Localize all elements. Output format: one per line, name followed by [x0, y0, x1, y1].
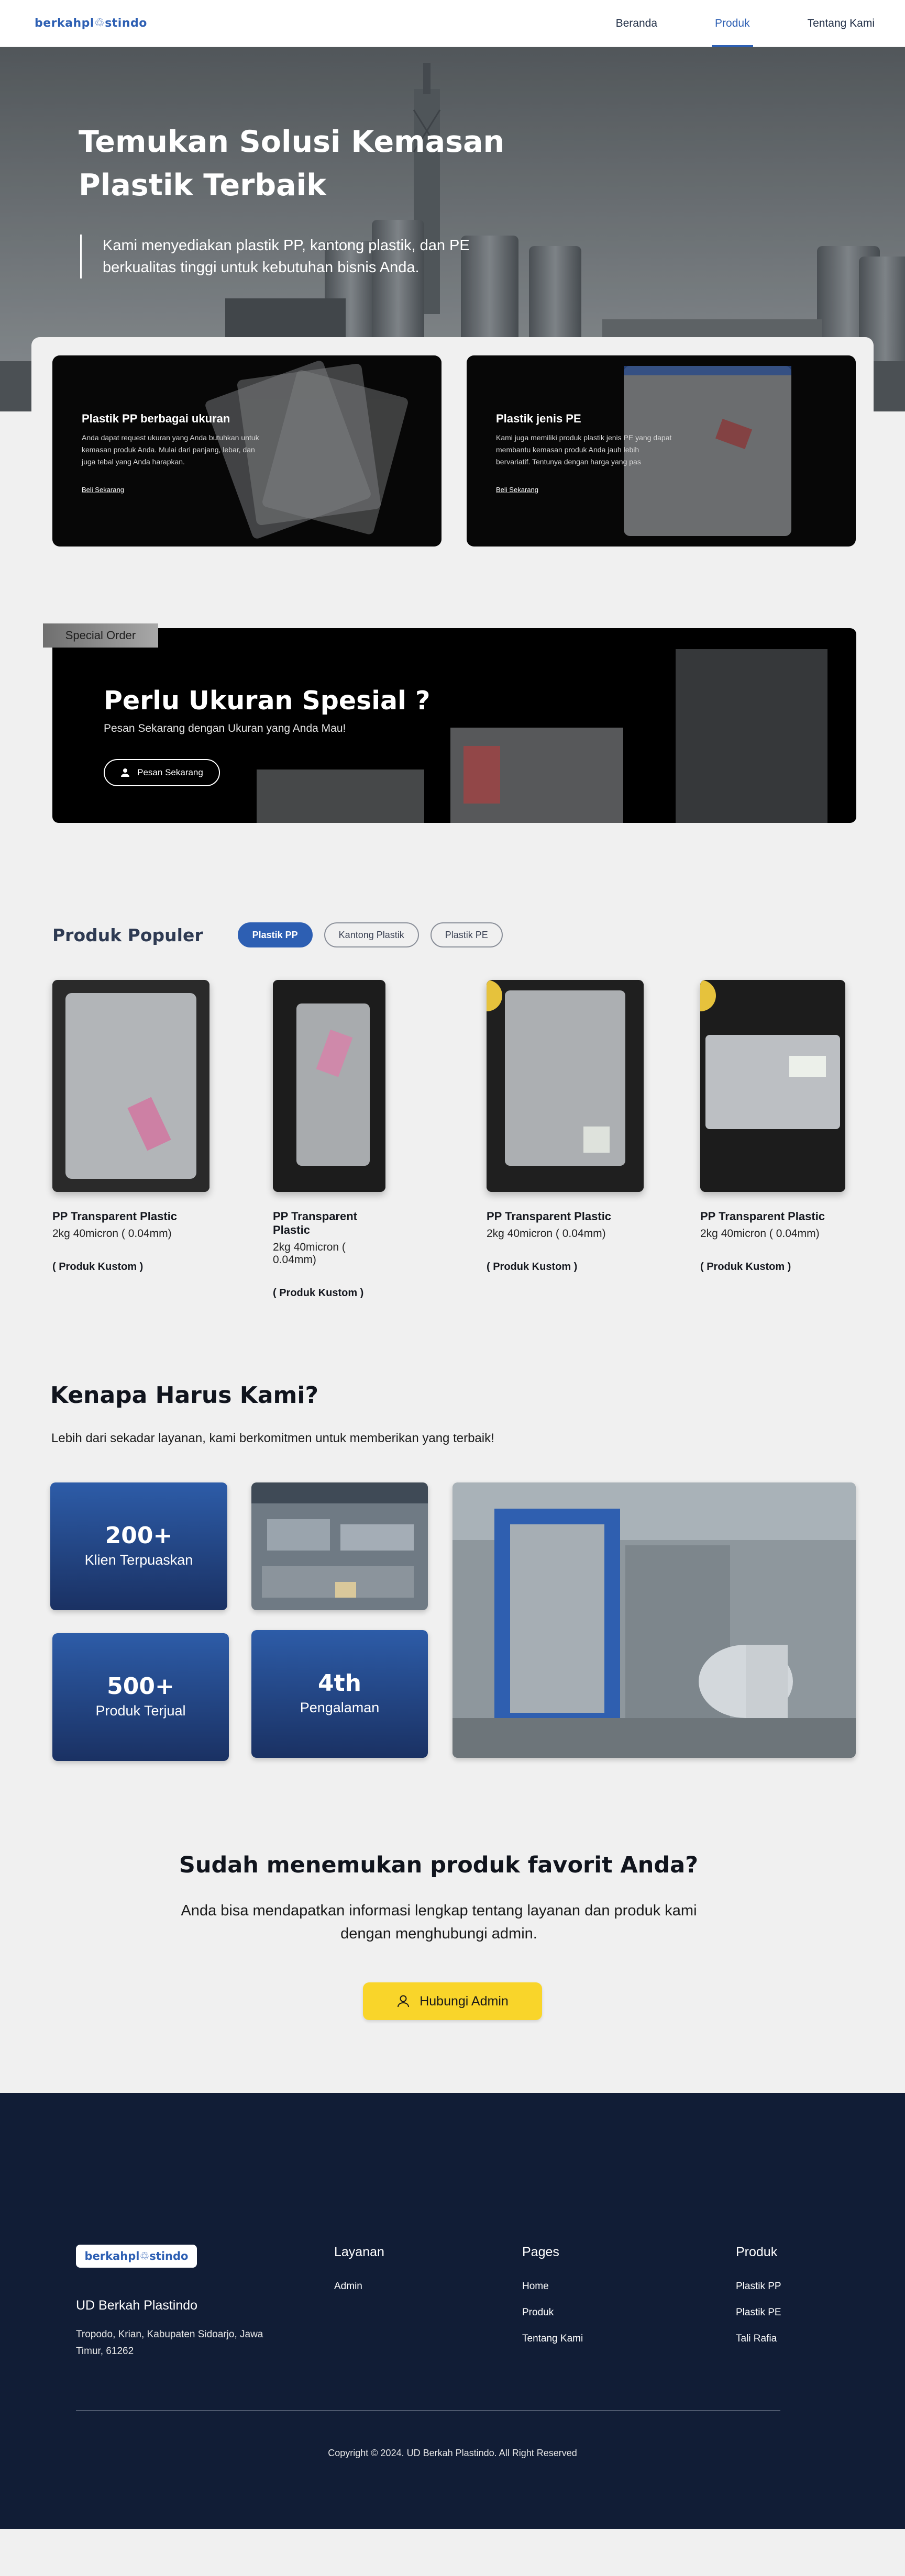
- footer-copyright: Copyright © 2024. UD Berkah Plastindo. A…: [328, 2448, 577, 2458]
- machine-photo: [452, 1482, 856, 1758]
- product-tag: ( Produk Kustom ): [700, 1261, 791, 1273]
- category-description: Kami juga memiliki produk plastik jenis …: [496, 433, 672, 466]
- category-text: Plastik jenis PE Kami juga memiliki prod…: [496, 412, 674, 495]
- footer-logo-head: berkahpl: [84, 2250, 140, 2262]
- category-text: Plastik PP berbagai ukuran Anda dapat re…: [82, 412, 260, 495]
- product-name: PP Transparent Plastic: [52, 1210, 178, 1223]
- stat-label: Klien Terpuaskan: [84, 1552, 193, 1568]
- footer-column-pages: Pages Home Produk Tentang Kami: [522, 2245, 583, 2359]
- footer-column-layanan: Layanan Admin: [334, 2245, 384, 2307]
- stat-label: Produk Terjual: [95, 1703, 186, 1719]
- logo-text: berkahpl: [35, 17, 94, 30]
- footer-company-name: UD Berkah Plastindo: [76, 2298, 198, 2313]
- cta-title: Sudah menemukan produk favorit Anda?: [179, 1852, 699, 1878]
- nav-links: Beranda Produk Tentang Kami: [616, 0, 875, 47]
- product-card[interactable]: PP Transparent Plastic 2kg 40micron ( 0.…: [487, 980, 644, 1273]
- product-name: PP Transparent Plastic: [273, 1210, 357, 1236]
- hero-content: Temukan Solusi Kemasan Plastik Terbaik K…: [79, 120, 529, 278]
- special-order-tag: Special Order: [43, 623, 158, 648]
- user-icon: [398, 1995, 410, 2008]
- logo-recycle-icon: ♲: [94, 17, 105, 30]
- logo-recycle-icon: ♲: [139, 2250, 150, 2262]
- stat-value: 500+: [107, 1673, 174, 1700]
- filter-kantong-plastik[interactable]: Kantong Plastik: [324, 922, 419, 947]
- nav-tentang-kami[interactable]: Tentang Kami: [808, 0, 875, 47]
- category-description: Anda dapat request ukuran yang Anda butu…: [82, 433, 259, 466]
- product-card[interactable]: PP Transparent Plastic 2kg 40micron ( 0.…: [273, 980, 385, 1299]
- footer-logo[interactable]: berkahpl♲stindo: [76, 2245, 197, 2268]
- stat-value: 4th: [318, 1670, 361, 1697]
- footer-address: Tropodo, Krian, Kabupaten Sidoarjo, Jawa…: [76, 2329, 263, 2357]
- logo-text-tail: stindo: [105, 17, 147, 30]
- footer-link-plastik-pp[interactable]: Plastik PP: [736, 2281, 781, 2292]
- nav-produk[interactable]: Produk: [712, 0, 753, 47]
- product-card[interactable]: PP Transparent Plastic 2kg 40micron ( 0.…: [52, 980, 209, 1273]
- pesan-sekarang-label: Pesan Sekarang: [137, 767, 203, 777]
- product-image: [700, 980, 845, 1192]
- produk-populer-header: Produk Populer Plastik PP Kantong Plasti…: [52, 922, 514, 947]
- product-spec: 2kg 40micron ( 0.04mm): [700, 1228, 820, 1240]
- category-title: Plastik jenis PE: [496, 412, 581, 425]
- produk-populer-title: Produk Populer: [52, 924, 203, 945]
- product-image: [52, 980, 209, 1192]
- footer-column-produk: Produk Plastik PP Plastik PE Tali Rafia: [736, 2245, 781, 2359]
- cta-description: Anda bisa mendapatkan informasi lengkap …: [181, 1902, 697, 1942]
- beli-sekarang-link[interactable]: Beli Sekarang: [82, 486, 124, 494]
- product-tag: ( Produk Kustom ): [487, 1261, 578, 1273]
- footer-column-title: Pages: [522, 2245, 559, 2259]
- why-title: Kenapa Harus Kami?: [50, 1382, 318, 1409]
- pesan-sekarang-button[interactable]: Pesan Sekarang: [104, 759, 220, 786]
- footer-link-home[interactable]: Home: [522, 2281, 583, 2292]
- special-order-banner: Perlu Ukuran Spesial ? Pesan Sekarang de…: [52, 628, 856, 823]
- product-name: PP Transparent Plastic: [487, 1210, 612, 1223]
- filter-plastik-pp[interactable]: Plastik PP: [237, 922, 313, 947]
- category-cards: Plastik PP berbagai ukuran Anda dapat re…: [31, 337, 874, 567]
- factory-floor-photo: [251, 1482, 428, 1610]
- footer: berkahpl♲stindo UD Berkah Plastindo Trop…: [0, 2093, 905, 2529]
- stat-card-pengalaman: 4th Pengalaman: [251, 1630, 428, 1758]
- footer-link-tentang-kami[interactable]: Tentang Kami: [522, 2333, 583, 2345]
- beli-sekarang-link[interactable]: Beli Sekarang: [496, 486, 538, 494]
- hero-description: Kami menyediakan plastik PP, kantong pla…: [80, 235, 499, 278]
- footer-column-title: Layanan: [334, 2245, 384, 2259]
- product-spec: 2kg 40micron ( 0.04mm): [487, 1228, 606, 1240]
- footer-link-plastik-pe[interactable]: Plastik PE: [736, 2307, 781, 2318]
- footer-logo-text: berkahpl♲stindo: [85, 2250, 189, 2262]
- product-spec: 2kg 40micron ( 0.04mm): [273, 1241, 346, 1266]
- product-name: PP Transparent Plastic: [700, 1210, 825, 1223]
- hubungi-admin-button[interactable]: Hubungi Admin: [363, 1982, 542, 2020]
- product-image: [487, 980, 644, 1192]
- navbar: berkahpl♲stindo Beranda Produk Tentang K…: [0, 0, 905, 47]
- product-tag: ( Produk Kustom ): [273, 1287, 364, 1299]
- footer-link-tali-rafia[interactable]: Tali Rafia: [736, 2333, 781, 2345]
- footer-link-admin[interactable]: Admin: [334, 2281, 384, 2292]
- stat-label: Pengalaman: [300, 1700, 380, 1715]
- product-tag: ( Produk Kustom ): [52, 1261, 144, 1273]
- product-image: [273, 980, 385, 1192]
- user-icon: [121, 768, 130, 777]
- nav-beranda[interactable]: Beranda: [616, 0, 657, 47]
- hubungi-admin-label: Hubungi Admin: [420, 1993, 509, 2009]
- hero-title: Temukan Solusi Kemasan Plastik Terbaik: [79, 125, 505, 203]
- brand-logo[interactable]: berkahpl♲stindo: [35, 17, 147, 30]
- stat-card-klien: 200+ Klien Terpuaskan: [50, 1482, 227, 1610]
- filter-plastik-pe[interactable]: Plastik PE: [430, 922, 503, 947]
- product-card[interactable]: PP Transparent Plastic 2kg 40micron ( 0.…: [700, 980, 845, 1273]
- category-card-pp[interactable]: Plastik PP berbagai ukuran Anda dapat re…: [52, 355, 442, 547]
- product-spec: 2kg 40micron ( 0.04mm): [52, 1228, 172, 1240]
- stat-value: 200+: [105, 1522, 173, 1549]
- footer-divider: [76, 2410, 780, 2411]
- special-order-title: Perlu Ukuran Spesial ?: [104, 686, 431, 716]
- footer-logo-tail: stindo: [149, 2250, 189, 2262]
- special-order-subtitle: Pesan Sekarang dengan Ukuran yang Anda M…: [104, 722, 346, 734]
- category-card-pe[interactable]: Plastik jenis PE Kami juga memiliki prod…: [467, 355, 856, 547]
- category-title: Plastik PP berbagai ukuran: [82, 412, 230, 425]
- why-subtitle: Lebih dari sekadar layanan, kami berkomi…: [51, 1431, 494, 1445]
- stat-card-produk: 500+ Produk Terjual: [52, 1633, 229, 1761]
- footer-column-title: Produk: [736, 2245, 778, 2259]
- footer-link-produk[interactable]: Produk: [522, 2307, 583, 2318]
